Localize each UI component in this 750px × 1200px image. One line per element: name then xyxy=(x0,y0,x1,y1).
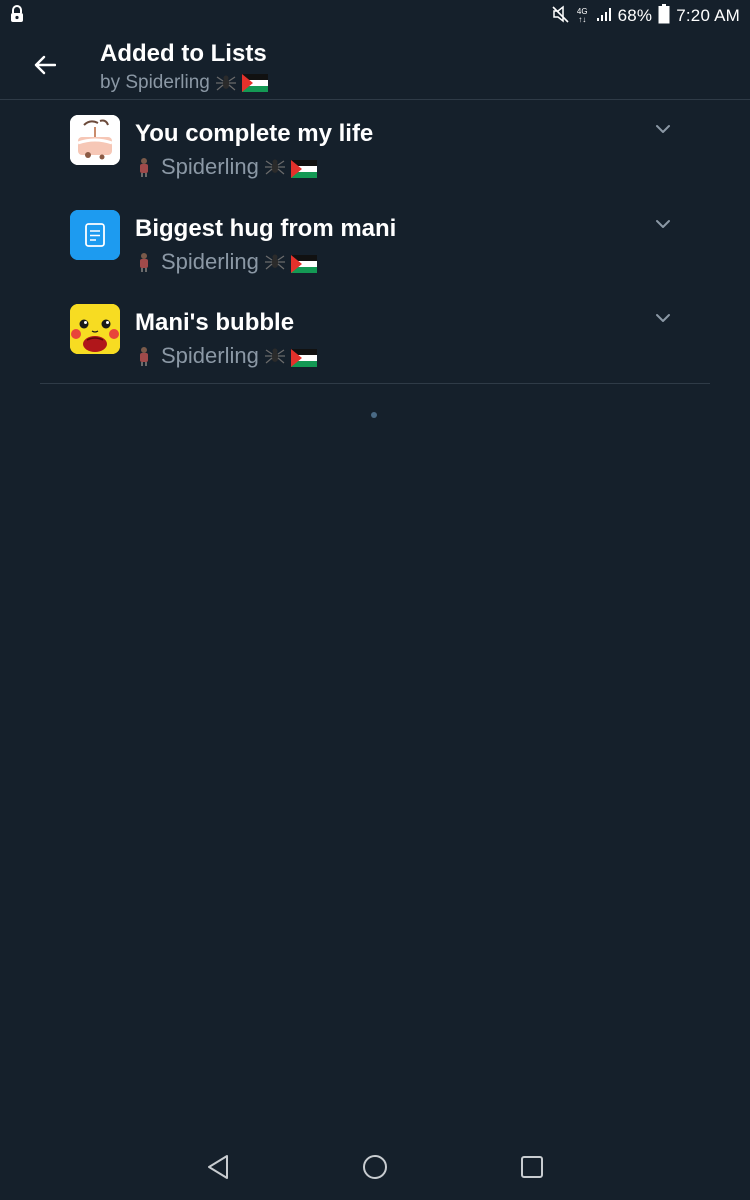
palestine-flag-icon xyxy=(290,158,317,178)
list-owner: Spiderling xyxy=(135,249,317,275)
page-subtitle: by Spiderling xyxy=(100,72,268,94)
list-owner: Spiderling xyxy=(135,343,317,369)
list-avatar-pikachu xyxy=(70,304,120,354)
network-type-indicator: 4G ↑↓ xyxy=(577,8,588,24)
list-avatar-cake xyxy=(70,115,120,165)
palestine-flag-icon xyxy=(290,347,317,367)
palestine-flag-icon xyxy=(290,253,317,273)
palestine-flag-icon xyxy=(241,74,268,92)
owner-avatar-icon xyxy=(135,345,155,367)
list-owner-name: Spiderling xyxy=(161,343,259,368)
list-owner-name: Spiderling xyxy=(161,248,259,274)
list-name: You complete my life xyxy=(135,120,374,147)
list-item[interactable]: Biggest hug from mani Spiderling xyxy=(40,195,710,290)
triangle-back-icon xyxy=(208,1155,229,1179)
list-divider xyxy=(40,383,710,384)
screen: 4G ↑↓ 68% 7:20 AM Added to Lists by Spid… xyxy=(0,0,750,1200)
system-nav-bar xyxy=(0,1134,750,1200)
chevron-down-icon[interactable] xyxy=(652,307,674,329)
spider-icon xyxy=(264,251,285,273)
status-bar: 4G ↑↓ 68% 7:20 AM xyxy=(0,0,750,32)
clock: 7:20 AM xyxy=(676,6,740,25)
data-arrows-icon: ↑↓ xyxy=(578,15,587,24)
back-arrow-icon xyxy=(34,55,56,75)
signal-icon xyxy=(596,6,612,27)
list-item[interactable]: Mani's bubble Spiderling xyxy=(40,289,710,384)
nav-home-button[interactable] xyxy=(355,1147,395,1187)
header: Added to Lists by Spiderling xyxy=(0,32,750,100)
list-item[interactable]: You complete my life Spiderling xyxy=(40,100,710,195)
chevron-down-icon[interactable] xyxy=(652,118,674,140)
spider-icon xyxy=(264,345,285,367)
lists-container: You complete my life Spiderling Biggest … xyxy=(40,100,710,384)
owner-avatar-icon xyxy=(135,251,155,273)
loading-indicator xyxy=(371,412,377,418)
square-recents-icon xyxy=(520,1156,543,1178)
nav-recents-button[interactable] xyxy=(512,1147,552,1187)
list-owner: Spiderling xyxy=(135,154,317,180)
list-avatar-default xyxy=(70,209,120,260)
list-name: Biggest hug from mani xyxy=(135,214,397,242)
lock-icon xyxy=(10,4,24,28)
list-name: Mani's bubble xyxy=(135,309,295,336)
nav-back-button[interactable] xyxy=(198,1147,238,1187)
owner-avatar-icon xyxy=(135,156,155,178)
page-title: Added to Lists xyxy=(100,40,267,67)
circle-home-icon xyxy=(362,1155,387,1179)
list-owner-name: Spiderling xyxy=(161,154,259,179)
mute-icon xyxy=(551,4,571,28)
spider-icon xyxy=(264,156,285,178)
battery-percent: 68% xyxy=(617,6,653,25)
back-button[interactable] xyxy=(26,46,64,84)
battery-icon xyxy=(658,3,670,29)
chevron-down-icon[interactable] xyxy=(652,213,674,235)
subtitle-text: by Spiderling xyxy=(100,72,210,93)
spider-icon xyxy=(215,72,236,94)
